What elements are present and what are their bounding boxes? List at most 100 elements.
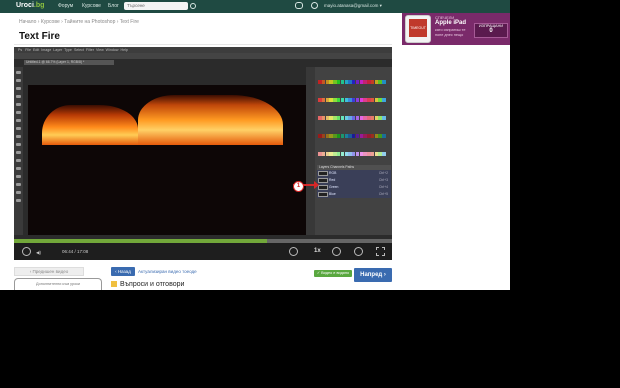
ps-menu-item: Ps	[18, 48, 23, 52]
ps-options-bar	[14, 53, 392, 59]
replay-icon[interactable]	[22, 247, 31, 256]
settings-icon[interactable]	[354, 247, 363, 256]
web-page: Uroci.bg Форум Курсове Блог Търсене mayi…	[0, 0, 510, 290]
channel-shortcut: Ctrl+3	[378, 178, 388, 182]
ps-menu-item: Window	[105, 48, 119, 52]
stamp-tool-icon	[16, 127, 21, 130]
screen: Uroci.bg Форум Курсове Блог Търсене mayi…	[0, 0, 620, 388]
pen-tool-icon	[16, 159, 21, 162]
ps-menu-item: View	[95, 48, 104, 52]
fullscreen-icon[interactable]	[376, 247, 385, 256]
logo-text: Uroci	[16, 2, 34, 9]
user-menu[interactable]: mayio.atanasa@gmail.com ▾	[324, 3, 382, 9]
search-icon[interactable]	[190, 3, 196, 9]
fire-text-left	[42, 105, 138, 145]
marquee-tool-icon	[16, 79, 21, 82]
fire-text-right	[138, 95, 283, 145]
swatch	[382, 98, 386, 102]
ad-button-count: 0	[489, 28, 493, 34]
channel-row: RGB Ctrl+2	[317, 170, 391, 177]
annotation-callout: 1	[293, 181, 304, 192]
next-button[interactable]: Напред ›	[354, 268, 392, 282]
ps-canvas	[28, 85, 306, 235]
ps-right-panel: Layers Channels Paths RGB Ctrl+2 Red Ctrl+…	[306, 67, 392, 235]
type-tool-icon	[16, 167, 21, 170]
channel-thumb	[318, 192, 328, 197]
ps-menu-item: Help	[120, 48, 128, 52]
channels-panel: RGB Ctrl+2 Red Ctrl+3 Green Ctrl+4 Blue Ctrl…	[317, 170, 391, 200]
top-bar: Uroci.bg Форум Курсове Блог Търсене mayi…	[0, 0, 510, 13]
ad-button[interactable]: ИЗПРАЩАНИ 0	[474, 23, 508, 38]
channel-shortcut: Ctrl+5	[378, 192, 388, 196]
path-tool-icon	[16, 175, 21, 178]
chat-icon[interactable]	[295, 2, 303, 9]
channel-shortcut: Ctrl+2	[378, 171, 388, 175]
ad-banner[interactable]: TIMEOUT СПЕЧЕЛИ Apple iPad като изпратиш…	[402, 13, 510, 45]
shape-tool-icon	[16, 183, 21, 186]
back-button[interactable]: ‹ Назад	[111, 267, 135, 276]
ps-menu-item: File	[25, 48, 31, 52]
ps-document-tab: Untitled-1 @ 66.7% (Layer 1, RGB/8) *	[24, 60, 114, 65]
channel-name: Red	[329, 178, 336, 182]
video-controls: ◀) 06:44 / 17:08 1x	[14, 243, 392, 260]
gradient-tool-icon	[16, 143, 21, 146]
hd-icon[interactable]	[332, 247, 341, 256]
ps-menu-item: Select	[73, 48, 84, 52]
channel-shortcut: Ctrl+4	[378, 185, 388, 189]
zoom-tool-icon	[16, 199, 21, 202]
ps-menu-item: Filter	[85, 48, 94, 52]
brush-tool-icon	[16, 119, 21, 122]
site-logo[interactable]: Uroci.bg	[16, 2, 44, 9]
speed-button[interactable]: 1x	[314, 248, 321, 254]
channel-thumb	[318, 171, 328, 176]
channel-name: RGB	[329, 171, 337, 175]
eraser-tool-icon	[16, 135, 21, 138]
previous-video-button[interactable]: ‹ Предишен видео	[14, 267, 84, 276]
nav-blog[interactable]: Блог	[108, 3, 119, 9]
wand-tool-icon	[16, 95, 21, 98]
crop-tool-icon	[16, 103, 21, 106]
channel-thumb	[318, 178, 328, 183]
video-player[interactable]: Ps File Edit Image Layer Type Select Fil…	[14, 47, 392, 260]
updated-video-link[interactable]: Актуализиран видео тоеоде	[138, 269, 197, 274]
nav-courses[interactable]: Курсове	[82, 3, 101, 9]
move-tool-icon	[16, 71, 21, 74]
ipad-screen: TIMEOUT	[409, 19, 427, 37]
divider	[14, 44, 392, 45]
rewind-icon[interactable]	[289, 247, 298, 256]
qa-icon	[111, 281, 117, 287]
ipad-image: TIMEOUT	[405, 15, 431, 43]
eyedropper-tool-icon	[16, 111, 21, 114]
channel-name: Green	[329, 185, 339, 189]
watched-button[interactable]: ✓ Видео е видяно	[314, 270, 352, 277]
breadcrumb[interactable]: Начало › Курсове › Тайните на Photoshop …	[19, 19, 139, 25]
ps-panel-icons	[306, 67, 315, 235]
dodge-tool-icon	[16, 151, 21, 154]
ad-body: като изпратиш те поне днес нещо	[435, 28, 466, 37]
globe-icon[interactable]	[311, 2, 318, 9]
logo-accent: .bg	[33, 2, 45, 9]
lasso-tool-icon	[16, 87, 21, 90]
ps-menu-item: Image	[41, 48, 52, 52]
extra-materials-box[interactable]: Дополнителни към уроки	[14, 278, 102, 290]
channel-row: Green Ctrl+4	[317, 184, 391, 191]
channel-row: Blue Ctrl+5	[317, 191, 391, 198]
hand-tool-icon	[16, 191, 21, 194]
ps-menu-item: Edit	[33, 48, 40, 52]
ps-menu-item: Layer	[53, 48, 63, 52]
ps-toolbar	[14, 67, 23, 235]
video-time: 06:44 / 17:08	[62, 249, 89, 254]
channel-thumb	[318, 185, 328, 190]
qa-heading: Въпроси и отговори	[111, 281, 184, 288]
nav-forum[interactable]: Форум	[58, 3, 73, 9]
ad-headline: Apple iPad	[435, 20, 467, 26]
search-input[interactable]: Търсене	[124, 2, 188, 10]
swatch	[382, 152, 386, 156]
volume-icon[interactable]: ◀)	[36, 250, 41, 256]
ps-menu-item: Type	[64, 48, 72, 52]
channel-row: Red Ctrl+3	[317, 177, 391, 184]
qa-heading-text: Въпроси и отговори	[120, 281, 185, 288]
swatches-panel	[318, 71, 388, 156]
swatch	[382, 134, 386, 138]
page-title: Text Fire	[19, 31, 60, 42]
